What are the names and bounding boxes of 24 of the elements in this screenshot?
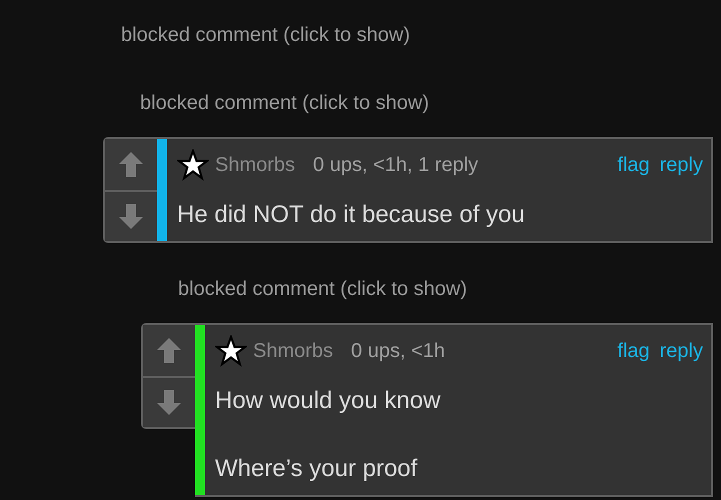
star-icon <box>177 149 209 181</box>
arrow-up-icon <box>156 337 182 364</box>
blocked-comment-link[interactable]: blocked comment (click to show) <box>113 13 713 57</box>
downvote-button[interactable] <box>105 190 157 241</box>
username-link[interactable]: Shmorbs <box>215 154 296 176</box>
action-link[interactable]: reply <box>660 154 703 176</box>
upvote-button[interactable] <box>105 139 157 190</box>
comment-meta: 0 ups, <1h <box>351 340 445 362</box>
blocked-comment-link[interactable]: blocked comment (click to show) <box>170 267 713 311</box>
star-icon <box>215 335 247 367</box>
blocked-comment-link[interactable]: blocked comment (click to show) <box>132 81 713 125</box>
arrow-down-icon <box>118 203 144 230</box>
action-link[interactable]: reply <box>660 340 703 362</box>
comment-text: Where’s your proof <box>215 454 418 484</box>
comment-text: How would you know <box>215 386 442 416</box>
downvote-button[interactable] <box>143 376 195 427</box>
action-link[interactable]: flag <box>617 340 650 362</box>
comment-meta: 0 ups, <1h, 1 reply <box>313 154 478 176</box>
arrow-up-icon <box>118 151 144 178</box>
username-link[interactable]: Shmorbs <box>253 340 334 362</box>
comment-text: He did NOT do it because of you <box>177 200 526 230</box>
arrow-down-icon <box>156 389 182 416</box>
action-link[interactable]: flag <box>617 154 650 176</box>
upvote-button[interactable] <box>143 325 195 376</box>
